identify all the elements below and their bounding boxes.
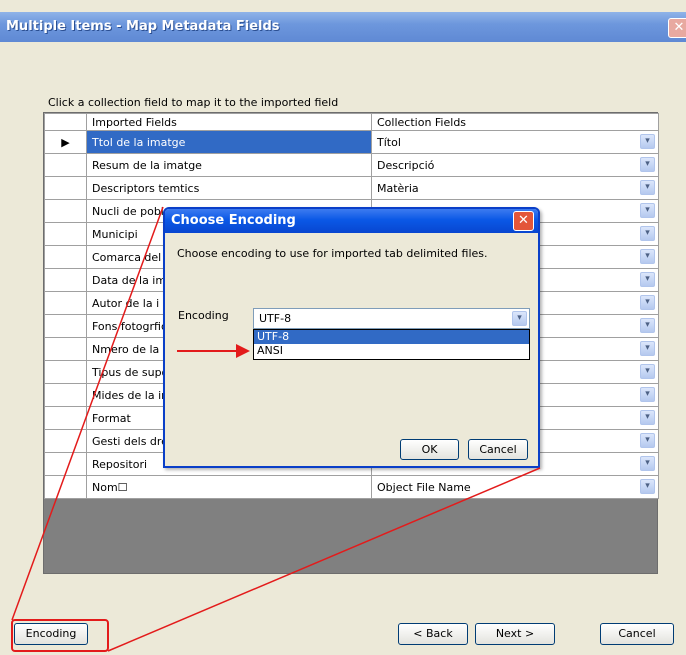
collection-field-value: Object File Name	[377, 480, 471, 494]
encoding-button[interactable]: Encoding	[14, 623, 88, 645]
table-row[interactable]: Resum de la imatge Descripció ▾	[44, 153, 659, 177]
row-header[interactable]: ▶	[44, 130, 87, 154]
map-metadata-window: Multiple Items - Map Metadata Fields ✕ C…	[0, 0, 686, 655]
window-close-button[interactable]: ✕	[668, 18, 686, 38]
chevron-down-icon[interactable]: ▾	[640, 249, 655, 264]
collection-field-dropdown[interactable]: Títol ▾	[371, 130, 659, 154]
encoding-options-list: UTF-8 ANSI	[253, 329, 530, 360]
row-header[interactable]	[44, 222, 87, 246]
imported-field-cell[interactable]: Descriptors temtics	[86, 176, 372, 200]
row-header[interactable]	[44, 383, 87, 407]
imported-field-cell[interactable]: Nom☐	[86, 475, 372, 499]
table-row[interactable]: Nom☐ Object File Name ▾	[44, 475, 659, 499]
collection-field-value: Matèria	[377, 181, 419, 195]
chevron-down-icon[interactable]: ▾	[640, 479, 655, 494]
chevron-down-icon[interactable]: ▾	[640, 134, 655, 149]
row-header[interactable]	[44, 429, 87, 453]
row-header[interactable]	[44, 337, 87, 361]
dialog-cancel-button[interactable]: Cancel	[468, 439, 528, 460]
row-header[interactable]	[44, 314, 87, 338]
row-header[interactable]	[44, 176, 87, 200]
chevron-down-icon[interactable]: ▾	[640, 364, 655, 379]
collection-field-value: Títol	[377, 135, 401, 149]
dialog-titlebar: Choose Encoding ✕	[165, 209, 538, 233]
chevron-down-icon[interactable]: ▾	[640, 272, 655, 287]
collection-field-value: Descripció	[377, 158, 435, 172]
row-header[interactable]	[44, 153, 87, 177]
row-header[interactable]	[44, 245, 87, 269]
row-header[interactable]	[44, 475, 87, 499]
chevron-down-icon[interactable]: ▾	[640, 226, 655, 241]
instruction-text: Click a collection field to map it to th…	[48, 96, 339, 109]
encoding-label: Encoding	[178, 309, 229, 322]
cancel-button[interactable]: Cancel	[600, 623, 674, 645]
table-row[interactable]: ▶ Ttol de la imatge Títol ▾	[44, 130, 659, 154]
window-titlebar: Multiple Items - Map Metadata Fields ✕	[0, 12, 686, 42]
table-row[interactable]: Descriptors temtics Matèria ▾	[44, 176, 659, 200]
row-header[interactable]	[44, 406, 87, 430]
dialog-title: Choose Encoding	[171, 213, 296, 228]
encoding-select-value: UTF-8	[259, 312, 292, 325]
dialog-close-button[interactable]: ✕	[513, 211, 534, 231]
row-header[interactable]	[44, 268, 87, 292]
row-header[interactable]	[44, 199, 87, 223]
back-button[interactable]: < Back	[398, 623, 468, 645]
encoding-select[interactable]: UTF-8 ▾	[253, 308, 530, 329]
row-header[interactable]	[44, 360, 87, 384]
encoding-option-ansi[interactable]: ANSI	[254, 344, 529, 358]
chevron-down-icon[interactable]: ▾	[640, 318, 655, 333]
row-header[interactable]	[44, 452, 87, 476]
encoding-option-utf8[interactable]: UTF-8	[254, 330, 529, 344]
row-header-corner	[44, 113, 87, 131]
next-button[interactable]: Next >	[475, 623, 555, 645]
dialog-ok-button[interactable]: OK	[400, 439, 459, 460]
column-header-collection[interactable]: Collection Fields	[371, 113, 659, 131]
imported-field-cell[interactable]: Ttol de la imatge	[86, 130, 372, 154]
column-header-imported[interactable]: Imported Fields	[86, 113, 372, 131]
chevron-down-icon[interactable]: ▾	[640, 203, 655, 218]
collection-field-dropdown[interactable]: Matèria ▾	[371, 176, 659, 200]
chevron-down-icon[interactable]: ▾	[640, 410, 655, 425]
chevron-down-icon[interactable]: ▾	[640, 456, 655, 471]
chevron-down-icon[interactable]: ▾	[640, 180, 655, 195]
dialog-message: Choose encoding to use for imported tab …	[177, 247, 488, 260]
row-header[interactable]	[44, 291, 87, 315]
chevron-down-icon[interactable]: ▾	[512, 311, 527, 326]
collection-field-dropdown[interactable]: Object File Name ▾	[371, 475, 659, 499]
imported-field-cell[interactable]: Resum de la imatge	[86, 153, 372, 177]
choose-encoding-dialog: Choose Encoding ✕ Choose encoding to use…	[163, 207, 540, 468]
chevron-down-icon[interactable]: ▾	[640, 295, 655, 310]
chevron-down-icon[interactable]: ▾	[640, 157, 655, 172]
chevron-down-icon[interactable]: ▾	[640, 387, 655, 402]
window-title: Multiple Items - Map Metadata Fields	[6, 19, 280, 34]
collection-field-dropdown[interactable]: Descripció ▾	[371, 153, 659, 177]
chevron-down-icon[interactable]: ▾	[640, 433, 655, 448]
chevron-down-icon[interactable]: ▾	[640, 341, 655, 356]
